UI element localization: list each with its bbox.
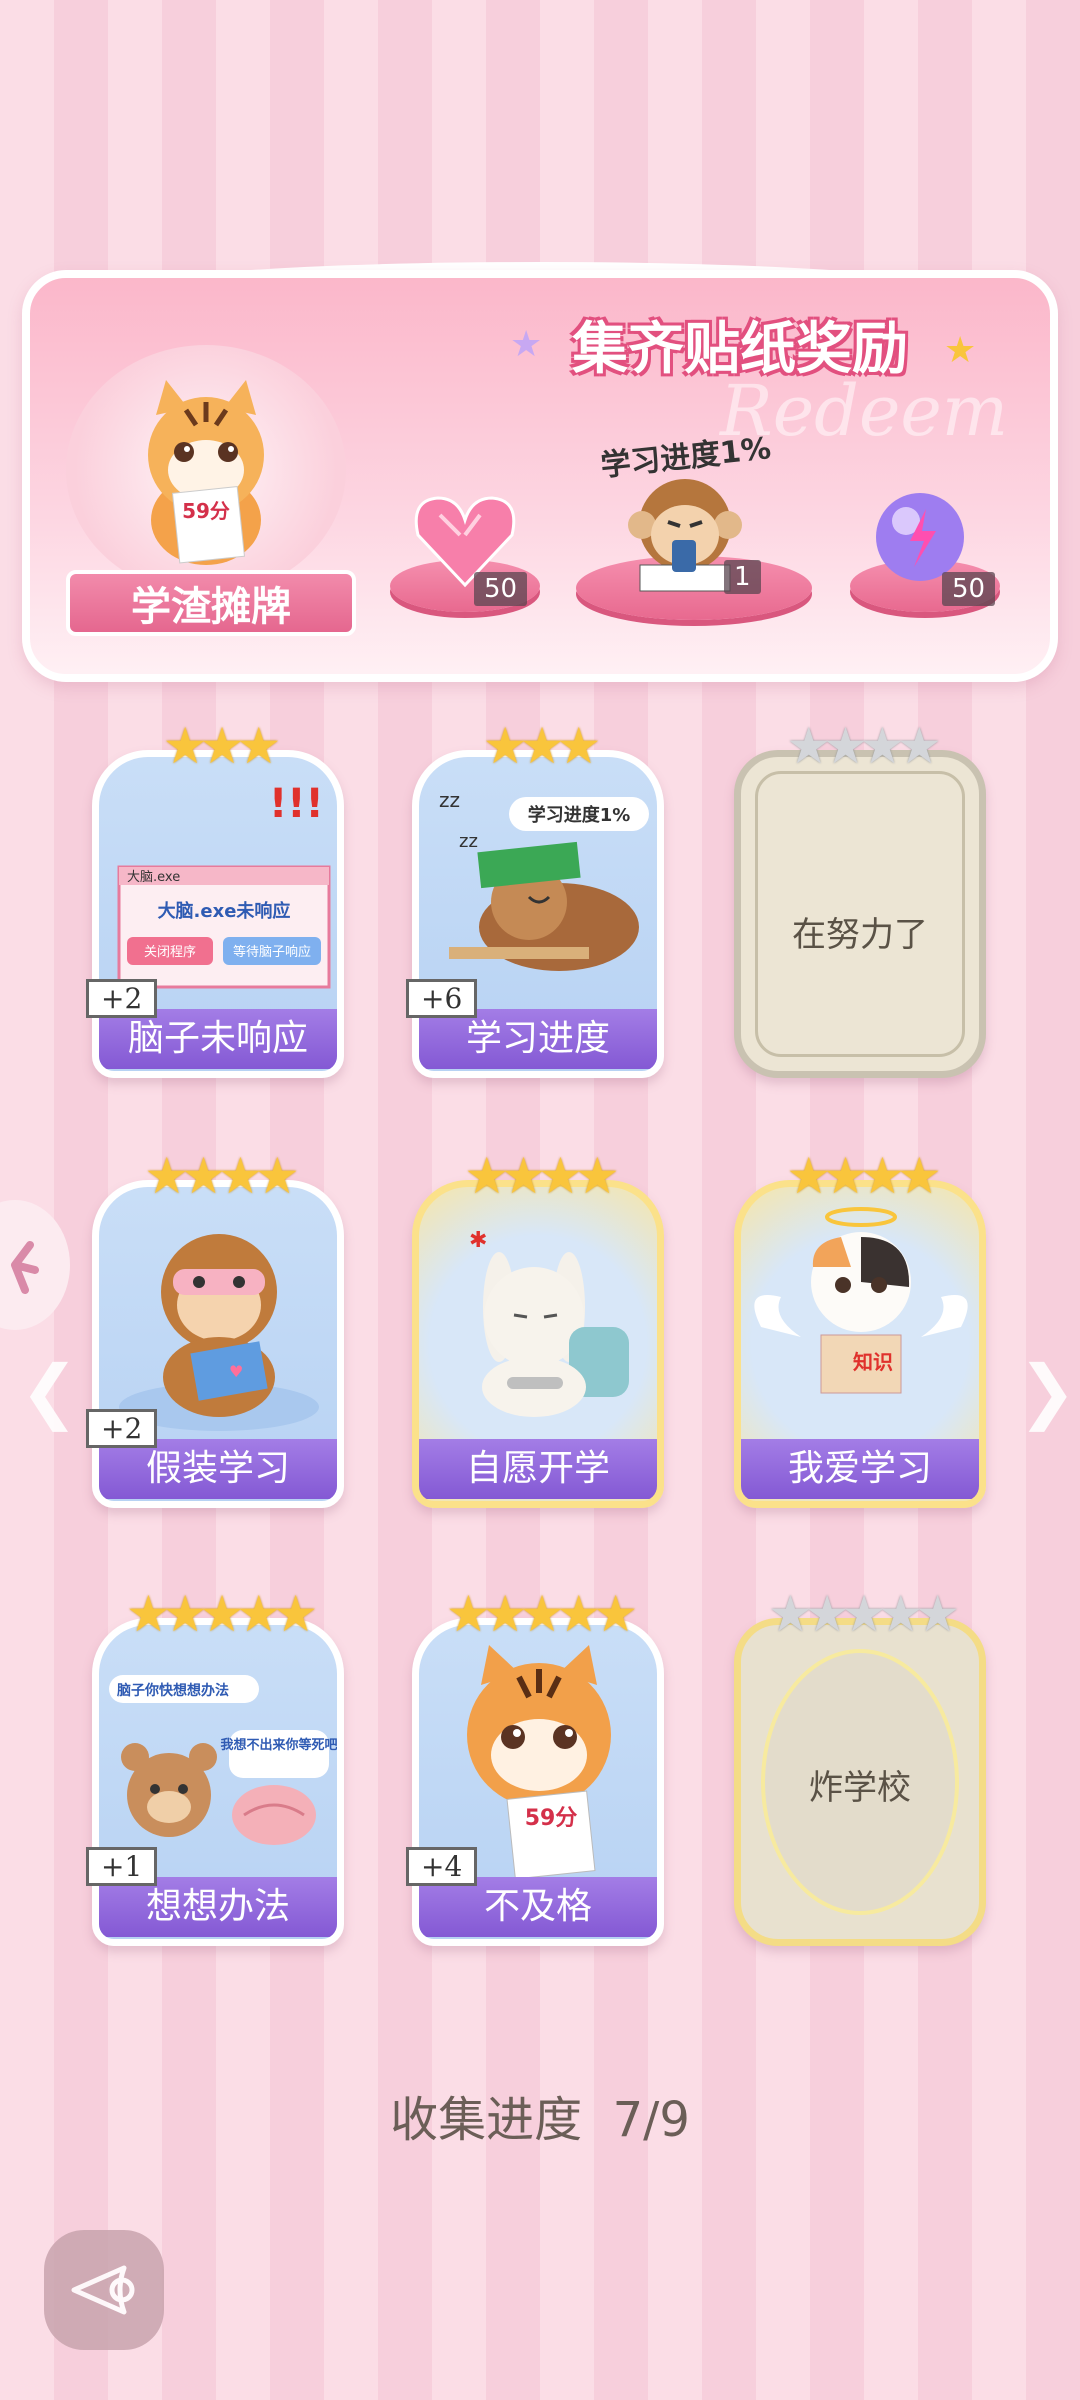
duplicate-count: +2: [86, 979, 158, 1018]
sticker-caption: 脑子你快想想办法: [117, 1682, 229, 1699]
sticker-card[interactable]: 脑子你快想想办法 我想不出来你等死吧 想想办法 +1 ★★★★★: [86, 1585, 344, 1946]
star-rating: ★★★★★: [445, 1585, 638, 1643]
sticker-caption: 59分: [525, 1806, 578, 1831]
sticker-art: ♥ 假装学习: [92, 1180, 344, 1508]
locked-card-face: 在努力了: [734, 750, 986, 1078]
locked-text: 在努力了: [792, 915, 928, 955]
window-title: 大脑.exe: [127, 870, 180, 885]
progress-label: 收集进度: [390, 2092, 583, 2148]
star-rating: ★★★: [482, 717, 602, 775]
card-label: 脑子未响应: [99, 1009, 337, 1069]
flower-icon: [11, 1241, 39, 1294]
star-rating: ★★★★: [464, 1147, 619, 1205]
star-rating: ★★★: [162, 717, 282, 775]
progress-value: 7/9: [612, 2092, 690, 2148]
nameplate[interactable]: 学渣摊牌: [66, 570, 356, 636]
banner-title: 集齐贴纸奖励: [572, 317, 908, 382]
wait-text: 等待脑子响应: [233, 944, 311, 960]
card-label: 自愿开学: [419, 1439, 657, 1499]
sticker-caption: 学习进度1%: [528, 804, 631, 826]
back-arrow-icon: [71, 2265, 135, 2315]
sticker-card-locked[interactable]: 在努力了 ★★★★: [734, 720, 986, 1078]
sticker-caption: 知识: [853, 1350, 893, 1374]
card-label: 学习进度: [419, 1009, 657, 1069]
card-label: 假装学习: [99, 1439, 337, 1499]
tiger-avatar-icon: 59分: [148, 380, 264, 565]
sticker-card[interactable]: 59分 不及格 +4 ★★★★★: [406, 1585, 664, 1946]
avatar-sign-text: 59分: [182, 499, 230, 523]
locked-text: 炸学校: [809, 1768, 911, 1808]
locked-card-face: 炸学校: [734, 1618, 986, 1946]
card-label: 想想办法: [99, 1877, 337, 1937]
star-rating: ★★★★: [786, 717, 941, 775]
reward-count: 50: [474, 572, 528, 606]
duplicate-count: +6: [406, 979, 478, 1018]
sticker-caption-2: 我想不出来你等死吧: [220, 1737, 337, 1753]
star-rating: ★★★★★: [125, 1585, 318, 1643]
svg-text:zz: zz: [459, 831, 478, 852]
sticker-art: zz zz 学习进度1% 学习进度: [412, 750, 664, 1078]
reward-count: 1: [724, 560, 761, 594]
sticker-art: ✱ 自愿开学: [412, 1180, 664, 1508]
star-rating: ★★★★★: [767, 1585, 960, 1643]
star-rating: ★★★★: [144, 1147, 299, 1205]
reward-count: 50: [942, 572, 996, 606]
star-icon: ★: [510, 324, 543, 365]
previous-page-arrow[interactable]: ❮: [20, 1350, 79, 1432]
sticker-card-locked[interactable]: 炸学校 ★★★★★: [734, 1588, 986, 1946]
sticker-card[interactable]: zz zz 学习进度1% 学习进度 +6 ★★★: [406, 717, 664, 1078]
sticker-art: 脑子你快想想办法 我想不出来你等死吧 想想办法: [92, 1618, 344, 1946]
next-page-arrow[interactable]: ❯: [1018, 1350, 1077, 1432]
avatar[interactable]: 59分: [66, 345, 346, 595]
sticker-card[interactable]: !!! 大脑.exe 大脑.exe未响应 关闭程序 等待脑子响应 脑子未响应 +…: [86, 717, 344, 1078]
sticker-card[interactable]: ♥ 假装学习 +2 ★★★★: [86, 1147, 344, 1508]
sticker-card[interactable]: ✱ 自愿开学 ★★★★: [412, 1150, 664, 1508]
sticker-art: !!! 大脑.exe 大脑.exe未响应 关闭程序 等待脑子响应 脑子未响应: [92, 750, 344, 1078]
svg-text:✱: ✱: [469, 1228, 487, 1253]
sticker-caption: 大脑.exe未响应: [158, 900, 291, 922]
collection-progress: 收集进度 7/9: [0, 2080, 1080, 2150]
star-rating: ★★★★: [786, 1147, 941, 1205]
card-label: 不及格: [419, 1877, 657, 1937]
duplicate-count: +2: [86, 1409, 158, 1448]
svg-text:♥: ♥: [229, 1362, 243, 1381]
duplicate-count: +1: [86, 1847, 158, 1886]
sticker-art: 59分 不及格: [412, 1618, 664, 1946]
sticker-card[interactable]: 知识 我爱学习 ★★★★: [734, 1150, 986, 1508]
star-icon: ★: [944, 330, 977, 371]
sticker-art: 知识 我爱学习: [734, 1180, 986, 1508]
side-menu-tab[interactable]: [0, 1200, 70, 1330]
svg-text:!!!: !!!: [269, 781, 324, 827]
duplicate-count: +4: [406, 1847, 478, 1886]
card-label: 我爱学习: [741, 1439, 979, 1499]
back-button[interactable]: [44, 2230, 164, 2350]
svg-text:zz: zz: [439, 788, 460, 812]
close-program-text: 关闭程序: [144, 945, 196, 960]
